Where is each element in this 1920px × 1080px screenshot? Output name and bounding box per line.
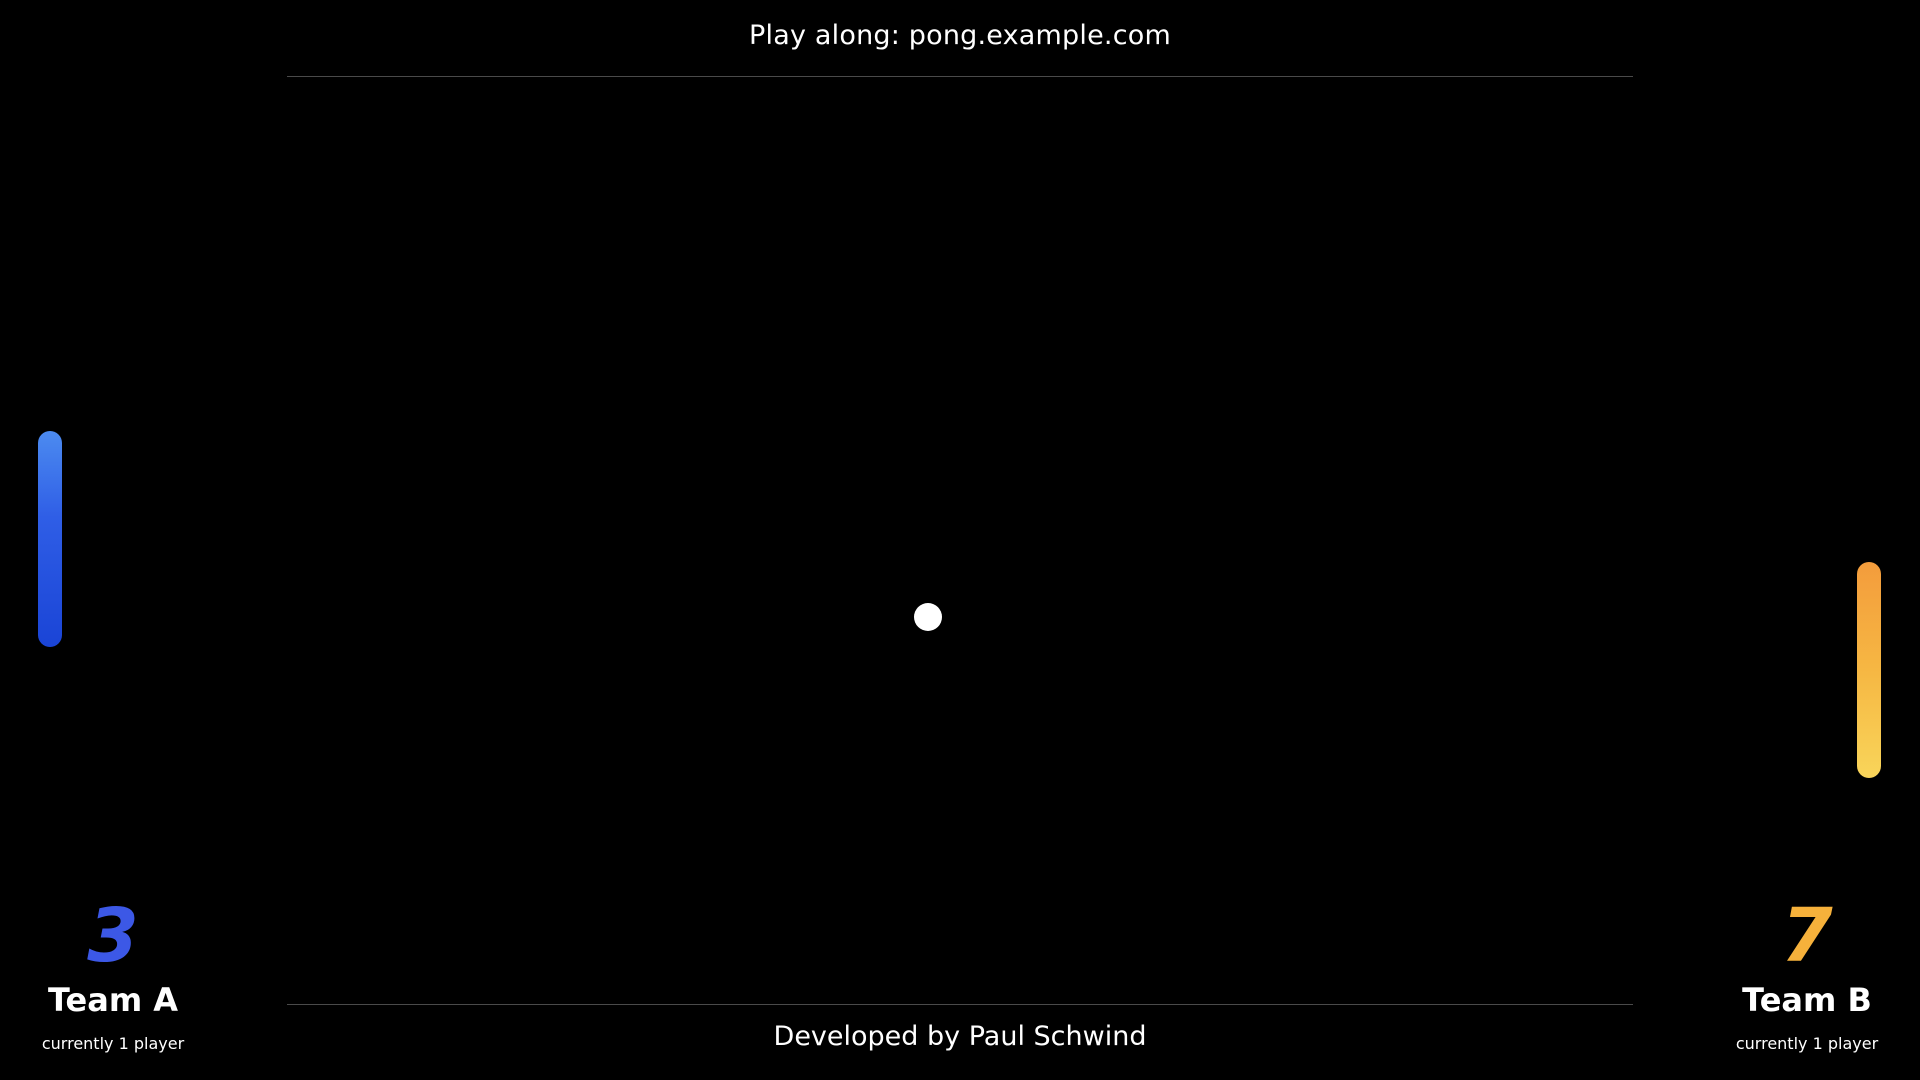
play-along-text: Play along: pong.example.com	[749, 20, 1171, 51]
ball	[914, 603, 942, 631]
developer-credit: Developed by Paul Schwind	[773, 1021, 1147, 1052]
team-a-score: 3	[87, 893, 139, 979]
team-a-paddle	[38, 431, 62, 647]
team-b-name: Team B	[1742, 981, 1872, 1019]
top-boundary-line	[287, 76, 1633, 77]
bottom-boundary-line	[287, 1004, 1633, 1005]
pong-game-screen: Play along: pong.example.com 3 Team A cu…	[0, 0, 1920, 1080]
team-a-name: Team A	[47, 981, 179, 1019]
team-b-score: 7	[1781, 893, 1833, 979]
team-b-paddle	[1857, 562, 1881, 778]
